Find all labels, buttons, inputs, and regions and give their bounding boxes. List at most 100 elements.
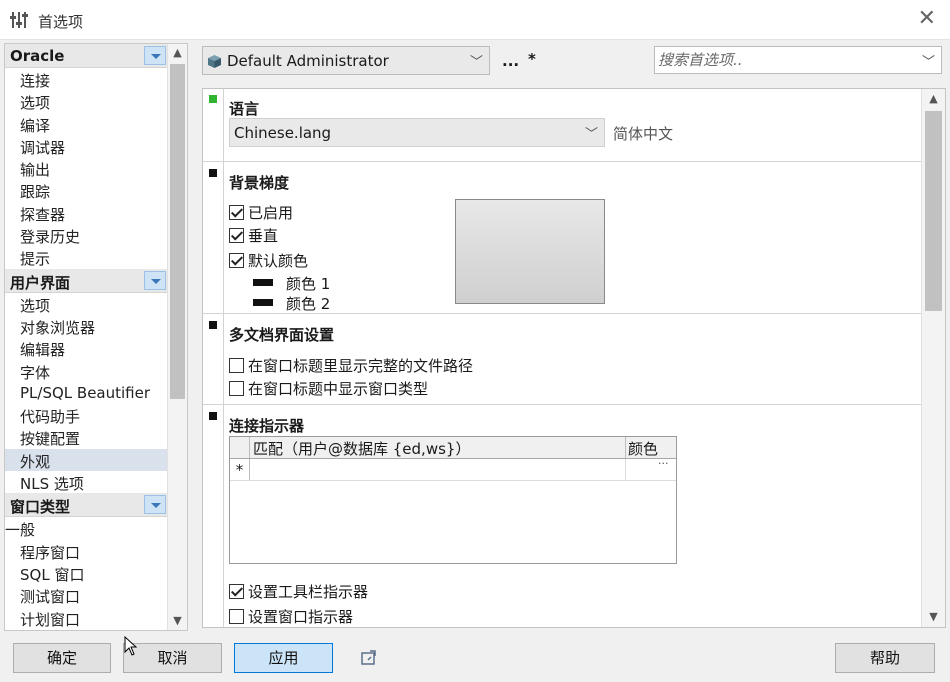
category-scrollbar[interactable]: ▲ ▼ xyxy=(167,44,187,630)
scroll-down-icon[interactable]: ▼ xyxy=(168,612,187,630)
nav-item[interactable]: 输出 xyxy=(5,157,168,179)
scroll-up-icon[interactable]: ▲ xyxy=(922,89,945,109)
window-indicator-checkbox[interactable]: 设置窗口指示器 xyxy=(229,606,353,626)
collapse-toggle-icon[interactable] xyxy=(144,495,166,515)
nav-item[interactable]: 编译 xyxy=(5,113,168,135)
collapse-toggle-icon[interactable] xyxy=(144,46,166,65)
nav-item[interactable]: 程序窗口 xyxy=(5,540,168,562)
column-header-match[interactable]: 匹配（用户@数据库 {ed,ws}） xyxy=(253,438,470,459)
refresh-icon[interactable] xyxy=(360,649,378,667)
nav-item[interactable]: 调试器 xyxy=(5,135,168,157)
full-path-checkbox[interactable]: 在窗口标题里显示完整的文件路径 xyxy=(229,355,473,375)
nav-item[interactable]: 选项 xyxy=(5,293,168,315)
mdi-section: 多文档界面设置 在窗口标题里显示完整的文件路径 在窗口标题中显示窗口类型 xyxy=(203,314,921,405)
nav-item[interactable]: 按键配置 xyxy=(5,426,168,448)
section-marker xyxy=(209,412,217,420)
scroll-thumb[interactable] xyxy=(925,111,942,311)
checkbox-label: 在窗口标题中显示窗口类型 xyxy=(248,380,429,398)
language-hint: 简体中文 xyxy=(613,125,674,143)
nav-group-header[interactable]: 窗口类型 xyxy=(5,493,168,518)
nav-item[interactable]: 测试窗口 xyxy=(5,584,168,606)
scroll-up-icon[interactable]: ▲ xyxy=(168,44,187,62)
help-button[interactable]: 帮助 xyxy=(835,643,935,673)
color-2-row[interactable]: 颜色 2 xyxy=(253,293,330,314)
profile-more-button[interactable]: ... xyxy=(502,52,519,70)
settings-panel: 语言 Chinese.lang ﹀ 简体中文 背景梯度 已启用 垂直 默认颜色 … xyxy=(202,88,946,628)
connection-indicator-grid[interactable]: 匹配（用户@数据库 {ed,ws}） 颜色 * ··· xyxy=(229,436,677,564)
color-1-row[interactable]: 颜色 1 xyxy=(253,273,330,294)
chevron-down-icon[interactable]: ﹀ xyxy=(922,51,935,70)
color-label: 颜色 2 xyxy=(286,295,331,313)
language-section: 语言 Chinese.lang ﹀ 简体中文 xyxy=(203,89,921,162)
checkbox-box[interactable] xyxy=(229,358,244,373)
language-select[interactable]: Chinese.lang ﹀ xyxy=(229,118,605,147)
nav-item[interactable]: 代码助手 xyxy=(5,404,168,426)
category-tree[interactable]: Oracle 连接 选项 编译 调试器 输出 跟踪 探查器 登录历史 提示 用户界面 选项 对象浏览器编… xyxy=(4,43,188,631)
color-swatch[interactable] xyxy=(253,299,273,306)
color-picker-button[interactable]: ··· xyxy=(658,457,669,470)
checkbox-box[interactable] xyxy=(229,253,244,268)
section-title: 语言 xyxy=(229,100,260,118)
ok-button[interactable]: 确定 xyxy=(13,643,111,673)
nav-item[interactable]: 编辑器 xyxy=(5,337,168,359)
nav-group-label: 用户界面 xyxy=(10,273,71,292)
nav-item[interactable]: 连接 xyxy=(5,68,168,90)
nav-item[interactable]: 一般 xyxy=(5,517,168,539)
nav-group-header[interactable]: Oracle xyxy=(5,44,168,68)
nav-item[interactable]: 字体 xyxy=(5,360,168,382)
nav-item[interactable]: 外观 xyxy=(5,448,168,472)
settings-scrollbar[interactable]: ▲ ▼ xyxy=(921,89,945,627)
nav-item[interactable]: 计划窗口 xyxy=(5,607,168,629)
checkbox-label: 默认颜色 xyxy=(248,252,309,270)
cube-icon xyxy=(208,55,221,68)
language-value: Chinese.lang xyxy=(234,124,332,142)
nav-item[interactable]: NLS 选项 xyxy=(5,471,168,493)
section-title: 背景梯度 xyxy=(229,174,290,192)
vertical-checkbox[interactable]: 垂直 xyxy=(229,225,278,245)
column-separator[interactable] xyxy=(625,437,626,458)
checkbox-box[interactable] xyxy=(229,609,244,624)
window-title: 首选项 xyxy=(38,13,84,31)
apply-button[interactable]: 应用 xyxy=(234,643,333,673)
checkbox-label: 垂直 xyxy=(248,227,279,245)
default-color-checkbox[interactable]: 默认颜色 xyxy=(229,250,308,270)
gradient-preview xyxy=(455,199,605,304)
profile-select[interactable]: Default Administrator ﹀ xyxy=(202,46,490,75)
grid-corner xyxy=(230,437,250,458)
checkbox-box[interactable] xyxy=(229,381,244,396)
nav-item[interactable]: 选项 xyxy=(5,90,168,112)
column-header-color[interactable]: 颜色 xyxy=(628,438,658,459)
nav-item[interactable]: PL/SQL Beautifier xyxy=(5,382,168,404)
checkbox-box[interactable] xyxy=(229,228,244,243)
scroll-down-icon[interactable]: ▼ xyxy=(922,607,945,627)
checkbox-box[interactable] xyxy=(229,584,244,599)
checkbox-label: 设置窗口指示器 xyxy=(248,608,354,626)
preferences-icon xyxy=(10,12,28,28)
nav-item[interactable]: 登录历史 xyxy=(5,224,168,246)
close-icon[interactable]: ✕ xyxy=(918,8,936,30)
enabled-checkbox[interactable]: 已启用 xyxy=(229,202,293,222)
chevron-down-icon: ﹀ xyxy=(584,127,598,142)
nav-item[interactable]: 提示 xyxy=(5,246,168,268)
nav-item[interactable]: 探查器 xyxy=(5,202,168,224)
section-marker xyxy=(209,169,217,177)
nav-group-header[interactable]: 用户界面 xyxy=(5,268,168,293)
toolbar-indicator-checkbox[interactable]: 设置工具栏指示器 xyxy=(229,581,368,601)
nav-group-label: Oracle xyxy=(10,47,65,65)
search-preferences[interactable]: ﹀ xyxy=(654,46,942,74)
checkbox-box[interactable] xyxy=(229,205,244,220)
window-type-checkbox[interactable]: 在窗口标题中显示窗口类型 xyxy=(229,378,428,398)
search-input[interactable] xyxy=(658,50,913,70)
color-swatch[interactable] xyxy=(253,279,273,286)
scroll-thumb[interactable] xyxy=(170,64,185,399)
table-row-new[interactable]: * ··· xyxy=(230,457,676,481)
modified-marker: * xyxy=(528,50,536,68)
chevron-down-icon: ﹀ xyxy=(469,55,483,70)
title-bar: 首选项 ✕ xyxy=(0,0,950,40)
category-list: Oracle 连接 选项 编译 调试器 输出 跟踪 探查器 登录历史 提示 用户界面 选项 对象浏览器编… xyxy=(5,44,168,629)
nav-item[interactable]: 跟踪 xyxy=(5,179,168,201)
nav-item[interactable]: SQL 窗口 xyxy=(5,562,168,584)
section-marker-active xyxy=(209,95,217,103)
nav-item[interactable]: 对象浏览器 xyxy=(5,315,168,337)
collapse-toggle-icon[interactable] xyxy=(144,270,166,290)
